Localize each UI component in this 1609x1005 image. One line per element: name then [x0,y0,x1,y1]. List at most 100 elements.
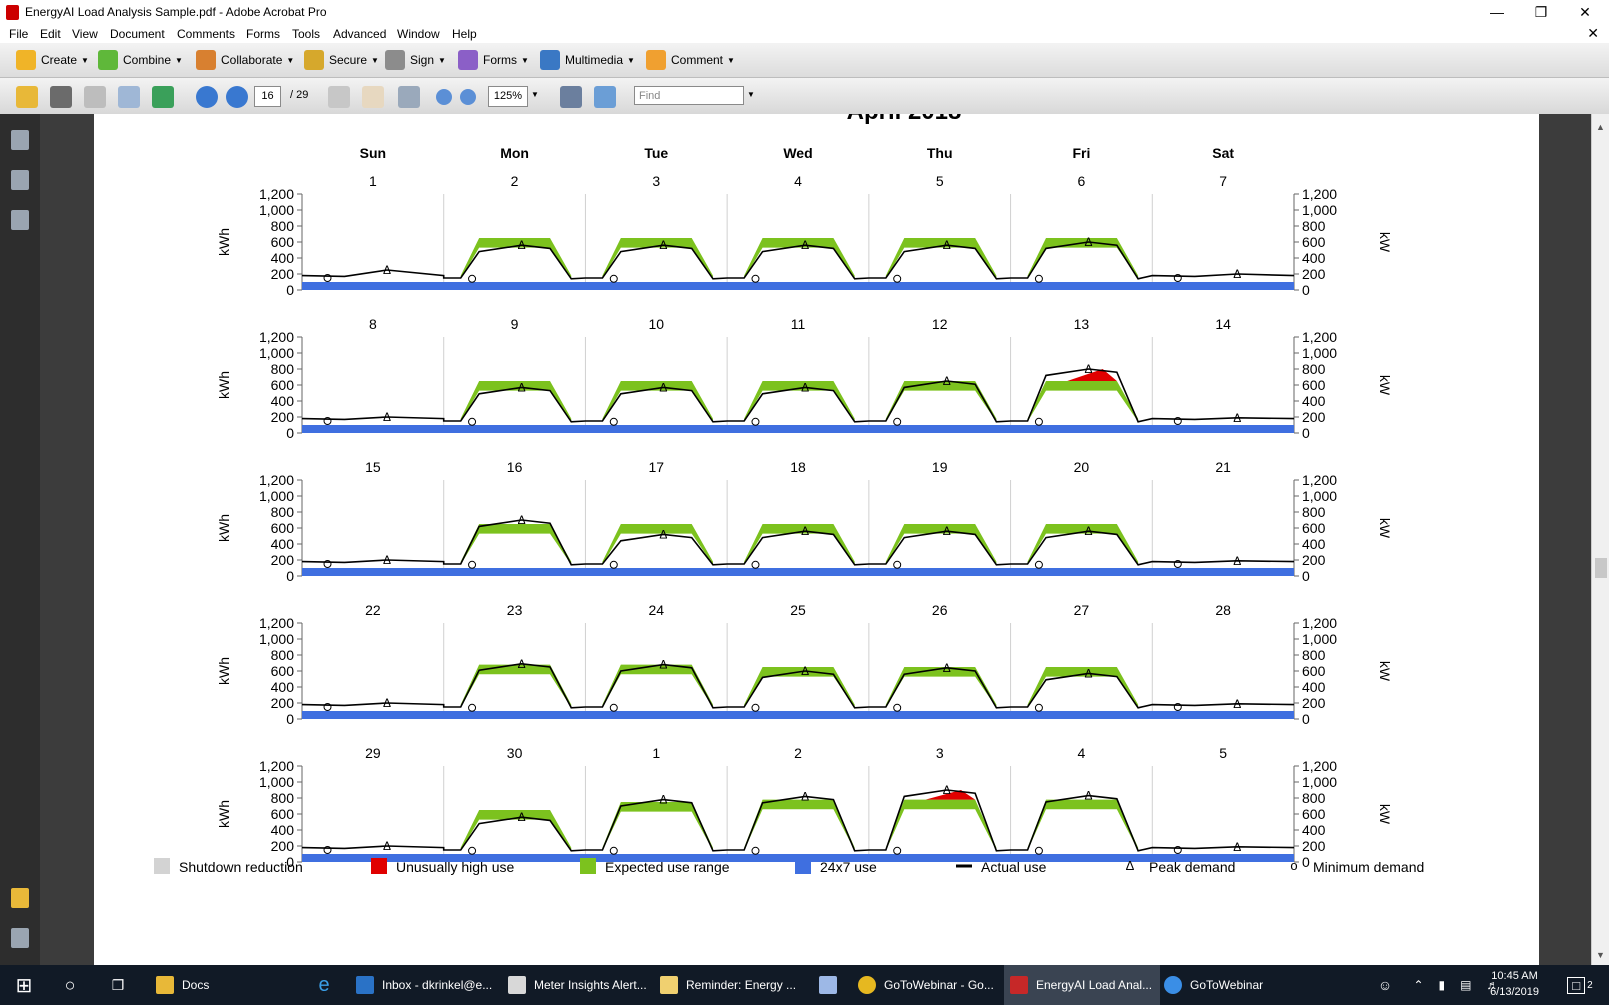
print-icon[interactable] [50,86,72,108]
task-view-button[interactable]: ❐ [96,965,140,1005]
date-label: 1 [369,173,377,189]
right-tick-label: 400 [1302,822,1326,838]
zoom-level-select[interactable]: 125% [488,86,528,107]
taskbar-item-chrome[interactable]: GoToWebinar - Go... [852,965,1008,1005]
windows-taskbar: ⊞ ○ ❐ Docs e Inbox - dkrinkel@e... Meter… [0,965,1609,1005]
minimum-demand-marker [609,274,618,283]
network-icon[interactable]: ▤ [1460,978,1471,992]
chevron-down-icon: ▼ [175,55,183,65]
notification-center-button[interactable]: □ 2 [1560,965,1600,1005]
taskbar-item-app[interactable] [808,965,848,1005]
date-label: 19 [932,459,948,475]
pages-icon[interactable] [11,130,29,150]
zoom-in-icon[interactable] [460,89,476,105]
left-tick-label: 1,200 [259,186,294,202]
search-button[interactable]: ○ [48,965,92,1005]
left-axis-title: kWh [216,371,232,399]
full-screen-icon[interactable] [594,86,616,108]
right-tick-label: 600 [1302,520,1326,536]
clock-time: 10:45 AM [1491,970,1538,982]
sign-button[interactable]: Sign ▼ [385,49,446,71]
people-button[interactable]: ☺ [1372,965,1398,1005]
calendar-chart: Sun Mon Tue Wed Thu Fri Sat1 2 3 4 5 6 71,200 1,2001,… [154,145,1424,875]
secure-button[interactable]: Secure ▼ [304,49,379,71]
document-close-icon[interactable]: ✕ [1587,25,1599,42]
left-tick-label: 400 [271,822,295,838]
collaborate-button[interactable]: Collaborate ▼ [196,49,294,71]
battery-icon[interactable]: ▮ [1439,978,1446,992]
find-dropdown-icon[interactable]: ▼ [747,90,755,99]
comments-icon[interactable] [11,888,29,908]
scroll-thumb[interactable] [1595,558,1607,578]
save-icon[interactable] [84,86,106,108]
menu-window[interactable]: Window [397,27,440,41]
page-number-input[interactable]: 16 [254,86,281,107]
right-tick-label: 200 [1302,409,1326,425]
restore-button[interactable]: ❐ [1519,0,1563,25]
chevron-up-icon[interactable]: ⌃ [1413,978,1423,992]
menu-forms[interactable]: Forms [246,27,280,41]
hand-tool-icon[interactable] [362,86,384,108]
fit-page-icon[interactable] [560,86,582,108]
right-tick-label: 0 [1302,282,1310,298]
taskbar-item-docs[interactable]: Docs [150,965,306,1005]
start-button[interactable]: ⊞ [0,965,48,1005]
chevron-down-icon: ▼ [727,55,735,65]
menu-help[interactable]: Help [452,27,477,41]
expected-range-area [885,381,997,422]
expected-range-area [744,381,855,422]
menu-file[interactable]: File [9,27,28,41]
expected-range-area [460,810,572,851]
create-button[interactable]: Create ▼ [16,49,89,71]
email-icon[interactable] [118,86,140,108]
taskbar-item-acrobat[interactable]: EnergyAI Load Anal... [1004,965,1160,1005]
combine-button[interactable]: Combine ▼ [98,49,183,71]
marquee-zoom-icon[interactable] [398,86,420,108]
date-label: 9 [511,316,519,332]
menu-document[interactable]: Document [110,27,165,41]
left-tick-label: 600 [271,377,295,393]
zoom-dropdown-icon[interactable]: ▼ [531,90,539,99]
forms-button[interactable]: Forms ▼ [458,49,529,71]
system-clock[interactable]: 10:45 AM 6/13/2019 [1490,968,1539,1000]
date-label: 12 [932,316,948,332]
scroll-up-icon[interactable]: ▲ [1596,122,1605,132]
signatures-icon[interactable] [11,210,29,230]
taskbar-item-ie[interactable]: e [304,965,344,1005]
menu-comments[interactable]: Comments [177,27,235,41]
taskbar-item-reminder[interactable]: Reminder: Energy ... [654,965,810,1005]
left-tick-label: 1,200 [259,758,294,774]
menu-tools[interactable]: Tools [292,27,320,41]
vertical-scrollbar[interactable]: ▲ ▼ [1591,114,1609,965]
left-tick-label: 600 [271,234,295,250]
close-button[interactable]: ✕ [1563,0,1607,25]
clock-date: 6/13/2019 [1490,986,1539,998]
select-tool-icon[interactable] [328,86,350,108]
date-label: 4 [1078,745,1086,761]
menu-view[interactable]: View [72,27,98,41]
minimum-demand-marker [751,417,760,426]
date-label: 22 [365,602,381,618]
upload-icon[interactable] [152,86,174,108]
create-icon [16,50,36,70]
right-tick-label: 400 [1302,393,1326,409]
taskbar-item-inbox[interactable]: Inbox - dkrinkel@e... [350,965,506,1005]
taskbar-item-meter-insights[interactable]: Meter Insights Alert... [502,965,658,1005]
multimedia-button[interactable]: Multimedia ▼ [540,49,635,71]
chevron-down-icon: ▼ [438,55,446,65]
forms-icon [458,50,478,70]
left-tick-label: 200 [271,552,295,568]
comment-button[interactable]: Comment ▼ [646,49,735,71]
scroll-down-icon[interactable]: ▼ [1596,950,1605,960]
taskbar-item-gotowebinar[interactable]: GoToWebinar [1158,965,1314,1005]
bookmarks-icon[interactable] [11,170,29,190]
open-folder-icon[interactable] [16,86,38,108]
zoom-out-icon[interactable] [436,89,452,105]
menu-advanced[interactable]: Advanced [333,27,386,41]
menu-edit[interactable]: Edit [40,27,61,41]
attachments-icon[interactable] [11,928,29,948]
next-page-icon[interactable] [226,86,248,108]
previous-page-icon[interactable] [196,86,218,108]
minimize-button[interactable]: — [1475,0,1519,25]
find-input[interactable]: Find [634,86,744,105]
